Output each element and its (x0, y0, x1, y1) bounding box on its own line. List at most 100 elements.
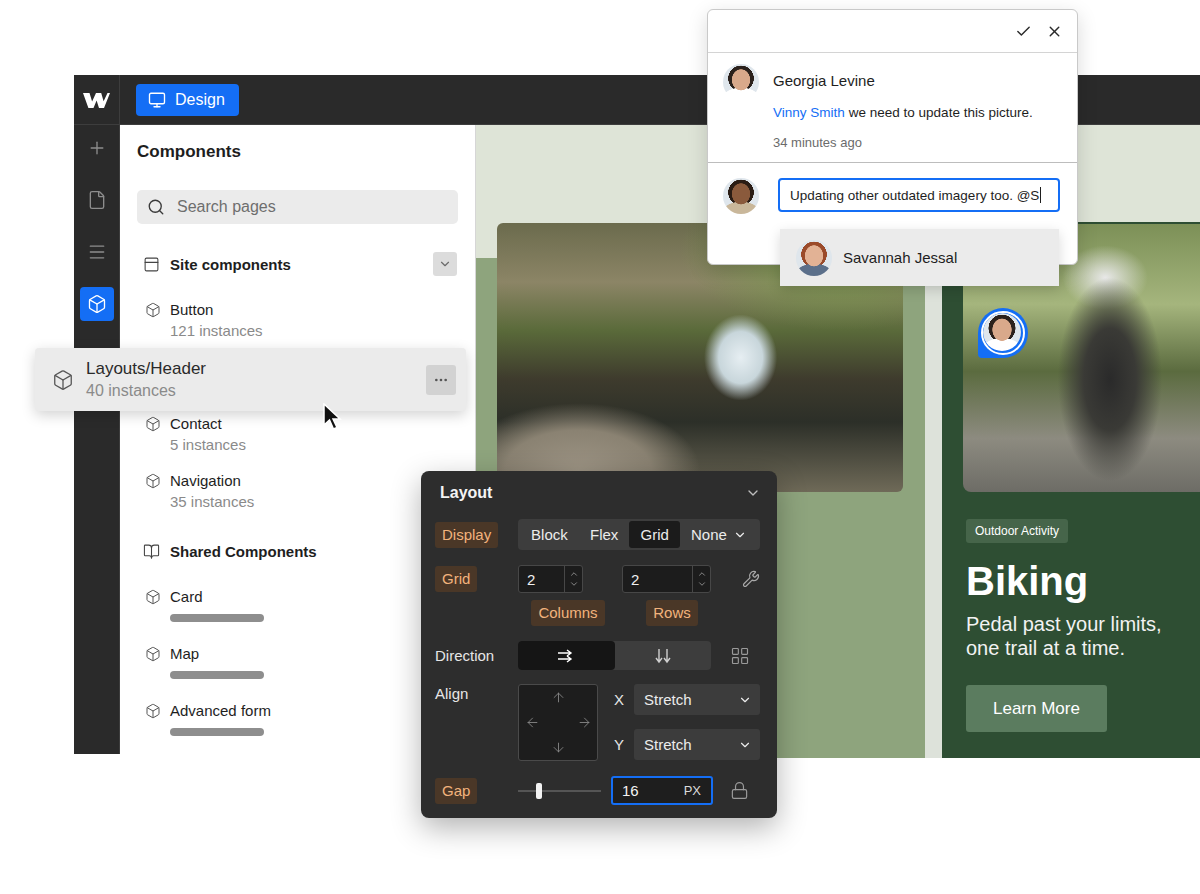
webflow-logo-icon[interactable] (83, 91, 110, 109)
mention-suggestion[interactable]: Savannah Jessal (780, 229, 1059, 286)
align-controls: XStretchYStretch (518, 684, 761, 761)
component-item[interactable]: Card (137, 587, 457, 644)
comment-popup: Georgia Levine Vinny Smith we need to upda… (707, 9, 1078, 265)
direction-option[interactable] (615, 641, 712, 670)
rail-button[interactable] (80, 183, 114, 217)
display-option[interactable]: Flex (579, 521, 630, 548)
chevron-down-icon (738, 693, 752, 707)
grid-icon[interactable] (730, 646, 750, 666)
cube-icon (52, 369, 74, 391)
property-label: Display (435, 522, 498, 548)
collapse-toggle[interactable] (745, 485, 761, 501)
component-list: Button121 instances Layouts/Header40 inst… (137, 300, 457, 528)
check-icon[interactable] (1015, 23, 1032, 40)
gap-unit[interactable]: PX (684, 783, 701, 798)
arrow-cell (525, 715, 540, 730)
direction-option[interactable] (518, 641, 615, 670)
component-text: Card (170, 587, 457, 622)
field-caption: Columns (531, 600, 604, 626)
number-field[interactable]: 2 (518, 565, 583, 593)
design-mode-label: Design (175, 91, 225, 109)
slider-thumb[interactable] (536, 783, 542, 799)
component-text: Layouts/Header40 instances (86, 358, 206, 402)
cube-icon (145, 589, 161, 605)
gap-input[interactable]: 16PX (611, 776, 713, 805)
comment-text: we need to update this picture. (849, 105, 1033, 120)
stepper[interactable] (564, 566, 582, 592)
component-name: Card (170, 587, 457, 607)
page-icon (87, 190, 107, 210)
cube-icon (145, 473, 161, 489)
section-title: Shared Components (170, 543, 317, 560)
search-field[interactable] (137, 190, 458, 224)
layout-panel-header[interactable]: Layout (435, 480, 761, 506)
arrow-cell (551, 740, 566, 755)
suggestion-name: Savannah Jessal (843, 249, 957, 266)
align-select[interactable]: Stretch (634, 729, 760, 760)
select-value: Stretch (644, 691, 692, 708)
arrow-down-icon (551, 740, 566, 755)
avatar (983, 313, 1021, 351)
align-box[interactable] (518, 684, 598, 761)
mention[interactable]: Vinny Smith (773, 105, 845, 120)
grid-captions: ColumnsRows (518, 600, 761, 626)
design-mode-button[interactable]: Design (136, 84, 239, 116)
feature-title: Biking (966, 558, 1200, 604)
search-input[interactable] (175, 197, 448, 217)
comment-popup-header (708, 10, 1077, 53)
loading-bar (170, 728, 264, 736)
display-option[interactable]: Block (520, 521, 579, 548)
learn-more-button[interactable]: Learn More (966, 685, 1107, 732)
option-label: Flex (590, 526, 618, 543)
dragged-component-item[interactable]: Layouts/Header40 instances (35, 348, 466, 411)
section-title: Site components (170, 256, 291, 273)
section-header[interactable]: Shared Components (137, 536, 457, 566)
reply-input[interactable]: Updating other outdated imagery too. @S (778, 178, 1060, 212)
search-icon (147, 198, 165, 216)
feature-description: Pedal past your limits, one trail at a t… (966, 612, 1188, 660)
section-header[interactable]: Site components (137, 249, 457, 279)
grid-settings-button[interactable] (742, 570, 760, 588)
component-name: Advanced form (170, 701, 457, 721)
component-text: Advanced form (170, 701, 457, 736)
site-components-icon (143, 256, 160, 273)
component-item[interactable]: Map (137, 644, 457, 701)
direction-controls (518, 641, 761, 670)
gap-lock-button[interactable] (730, 781, 749, 800)
close-icon[interactable] (1046, 23, 1063, 40)
comment: Georgia Levine Vinny Smith we need to upda… (708, 53, 1077, 163)
component-item-slot: Layouts/Header40 instances (137, 357, 457, 414)
feature-card[interactable]: Outdoor ActivityBikingPedal past your li… (942, 222, 1200, 758)
comment-author: Georgia Levine (773, 72, 1061, 90)
field-value: 2 (623, 571, 639, 588)
more-button[interactable] (426, 365, 456, 395)
book-icon (143, 543, 160, 560)
align-select[interactable]: Stretch (634, 684, 760, 715)
lock-icon (730, 781, 749, 800)
chevron-down-icon (438, 257, 452, 271)
text-caret (1040, 187, 1041, 203)
align-row: AlignXStretchYStretch (435, 684, 761, 761)
component-item[interactable]: Navigation35 instances (137, 471, 457, 528)
select-value: Stretch (644, 736, 692, 753)
gap-slider[interactable] (518, 783, 601, 799)
rail-button[interactable] (80, 131, 114, 165)
avatar (796, 240, 832, 276)
display-option[interactable]: None (680, 521, 758, 548)
grid-row: Grid22 (435, 565, 761, 593)
align-selects: XStretchYStretch (614, 684, 761, 761)
stepper[interactable] (692, 566, 710, 592)
display-row: Display Block Flex GridNone (435, 519, 761, 550)
comment-pin[interactable] (978, 308, 1028, 358)
component-item[interactable]: Contact5 instances (137, 414, 457, 471)
number-field[interactable]: 2 (622, 565, 711, 593)
expand-toggle[interactable] (433, 252, 457, 276)
arrow-up-icon (551, 690, 566, 705)
display-option[interactable]: Grid (629, 521, 680, 548)
rail-button[interactable] (80, 287, 114, 321)
component-text: Button121 instances (170, 300, 457, 342)
display-options: Block Flex GridNone (518, 519, 760, 550)
rail-button[interactable] (80, 235, 114, 269)
component-item[interactable]: Advanced form (137, 701, 457, 758)
component-name: Button (170, 300, 457, 320)
